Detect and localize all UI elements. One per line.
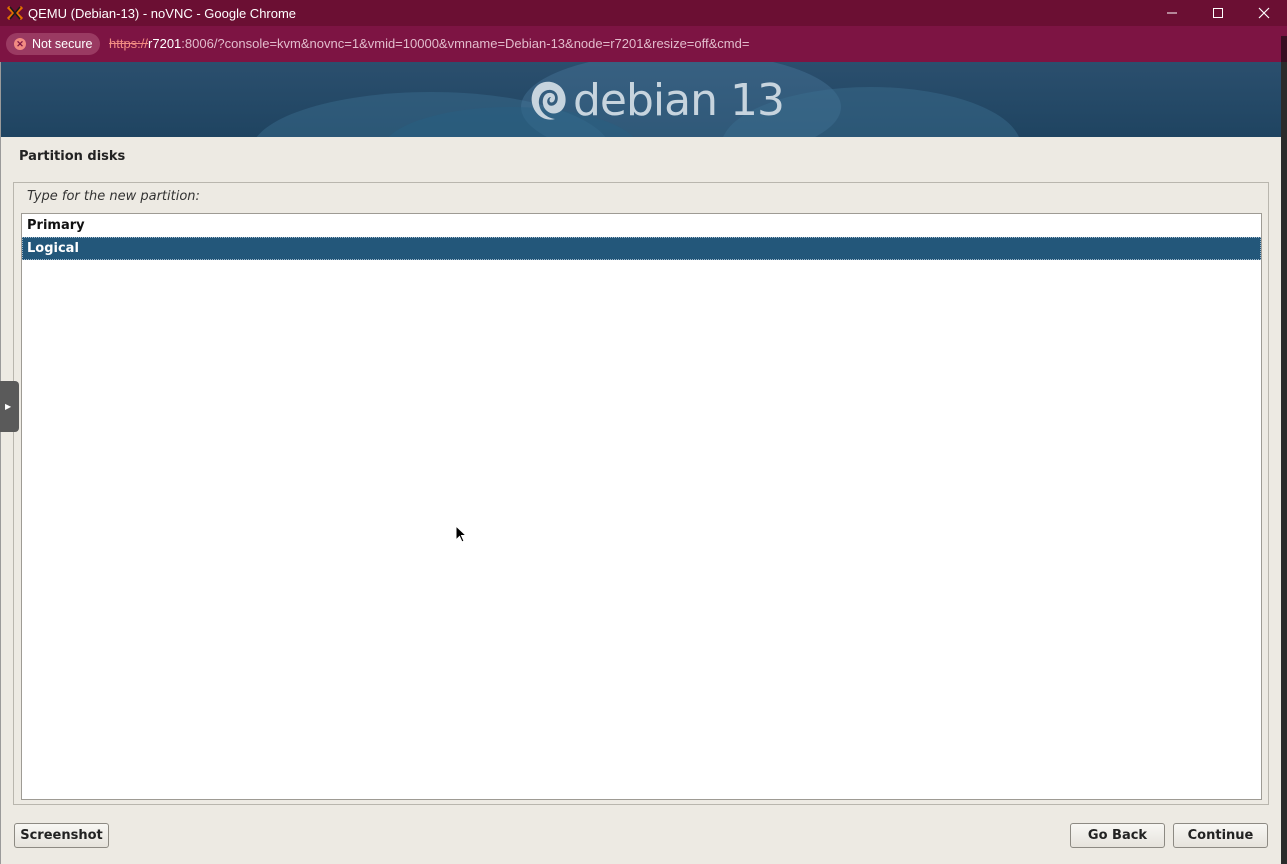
mouse-cursor-icon [455, 525, 468, 543]
minimize-icon [1167, 12, 1177, 14]
url-path: :8006/?console=kvm&novnc=1&vmid=10000&vm… [181, 36, 750, 51]
novnc-control-bar-handle[interactable]: ▶ [0, 381, 19, 432]
window-title: QEMU (Debian-13) - noVNC - Google Chrome [28, 5, 297, 21]
window-edge [1281, 36, 1287, 62]
vnc-viewport[interactable]: debian 13 Partition disks Type for the n… [0, 62, 1281, 864]
page-title: Partition disks [19, 149, 126, 164]
question-prompt: Type for the new partition: [27, 189, 200, 204]
screenshot-button[interactable]: Screenshot [14, 823, 109, 848]
window-title-bar: QEMU (Debian-13) - noVNC - Google Chrome [0, 0, 1287, 26]
list-item-primary[interactable]: Primary [22, 214, 1261, 237]
security-indicator-chip[interactable]: ✕ Not secure [6, 33, 100, 55]
debian-wordmark: debian 13 [573, 75, 785, 126]
warning-icon: ✕ [14, 38, 26, 50]
maximize-button[interactable] [1195, 0, 1241, 26]
maximize-icon [1213, 8, 1223, 18]
partition-type-list[interactable]: Primary Logical [21, 213, 1262, 800]
question-panel: Type for the new partition: Primary Logi… [13, 182, 1269, 805]
security-label: Not secure [32, 37, 93, 51]
list-item-logical[interactable]: Logical [22, 237, 1261, 260]
url-scheme: https:// [109, 36, 149, 51]
window-controls [1149, 0, 1287, 26]
window-left-edge [0, 62, 1, 864]
close-button[interactable] [1241, 0, 1287, 26]
debian-swirl-icon [531, 81, 566, 120]
expand-arrow-icon: ▶ [5, 402, 12, 411]
close-icon [1258, 7, 1270, 19]
debian-logo: debian 13 [527, 75, 785, 126]
go-back-button[interactable]: Go Back [1070, 823, 1165, 848]
address-bar: ✕ Not secure https://r7201:8006/?console… [0, 26, 1287, 62]
url-field[interactable]: https://r7201:8006/?console=kvm&novnc=1&… [109, 36, 749, 54]
continue-button[interactable]: Continue [1173, 823, 1268, 848]
debian-banner: debian 13 [1, 62, 1281, 137]
url-host: r7201 [148, 36, 182, 51]
proxmox-x-icon [6, 4, 24, 22]
minimize-button[interactable] [1149, 0, 1195, 26]
